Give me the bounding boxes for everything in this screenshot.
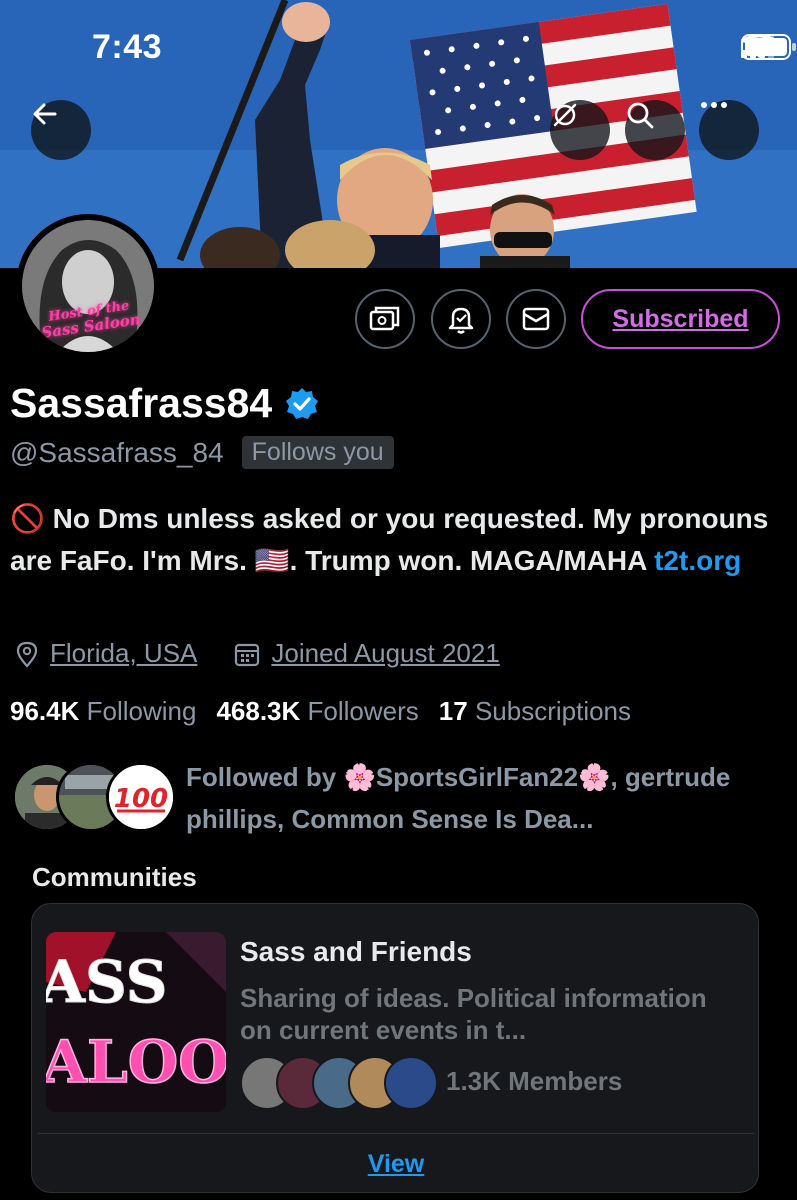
money-icon [369,306,400,331]
back-button[interactable] [31,100,91,160]
search-icon [627,102,654,129]
message-button[interactable] [506,289,566,349]
subscriptions-stat[interactable]: 17 Subscriptions [439,696,631,727]
community-divider [38,1133,754,1134]
follows-you-badge: Follows you [241,436,394,469]
search-button[interactable] [625,100,685,160]
handle: @Sassafrass_84 [10,436,224,468]
community-name[interactable]: Sass and Friends [240,936,472,968]
translate-toggle-button[interactable] [550,100,610,160]
tip-button[interactable] [355,289,415,349]
bio: 🚫 No Dms unless asked or you requested. … [10,498,780,582]
followers-label: Followers [307,696,419,726]
followed-by-avatars[interactable]: 100 [12,762,176,832]
community-description: Sharing of ideas. Political information … [240,983,707,1045]
more-icon [701,102,727,108]
subscribed-button[interactable]: Subscribed [581,289,780,349]
followers-stat[interactable]: 468.3K Followers [216,696,418,727]
community-member-avatars [240,1056,440,1110]
community-image-text-bottom: ALOO [46,1028,226,1096]
subscriptions-count: 17 [438,696,468,726]
community-view-link[interactable]: View [32,1150,760,1179]
joined-date[interactable]: Joined August 2021 [271,638,499,669]
follower-avatar: 100 [106,762,176,832]
calendar-icon [235,643,260,666]
handle-row: @Sassafrass_84 Follows you [10,436,394,469]
location-pin-icon [16,641,38,668]
notifications-button[interactable] [431,289,491,349]
notification-bell-icon [448,307,474,334]
community-image: ASS ALOO [46,932,226,1112]
followers-count: 468.3K [216,696,301,726]
profile-avatar[interactable]: Host of the Sass Saloon [16,214,160,358]
status-time: 7:43 [92,28,163,66]
community-members-count: 1.3K Members [446,1066,623,1096]
profile-meta: Florida, USA Joined August 2021 [14,638,500,669]
community-card[interactable]: ASS ALOO Sass and Friends Sharing of ide… [31,903,759,1193]
following-label: Following [86,696,197,726]
location[interactable]: Florida, USA [50,638,197,669]
bio-link[interactable]: t2t.org [654,545,741,576]
subscriptions-label: Subscriptions [474,696,632,726]
mail-icon [522,307,550,331]
arrow-left-icon [33,103,57,125]
more-options-button[interactable] [699,100,759,160]
avatar-image: Host of the Sass Saloon [22,220,154,352]
translate-off-icon [553,103,577,127]
member-avatar [384,1056,438,1110]
display-name: Sassafrass84 [10,380,320,427]
verified-badge-icon [286,387,319,419]
communities-heading: Communities [32,862,197,892]
community-image-text-top: ASS [46,948,168,1016]
followed-by-text[interactable]: Followed by 🌸SportsGirlFan22🌸, gertrude … [186,756,786,840]
following-count: 96.4K [10,696,80,726]
stats-row: 96.4K Following 468.3K Followers 17 Subs… [10,696,631,727]
following-stat[interactable]: 96.4K Following [10,696,196,727]
battery-icon [741,34,796,60]
display-name-text: Sassafrass84 [10,380,273,426]
